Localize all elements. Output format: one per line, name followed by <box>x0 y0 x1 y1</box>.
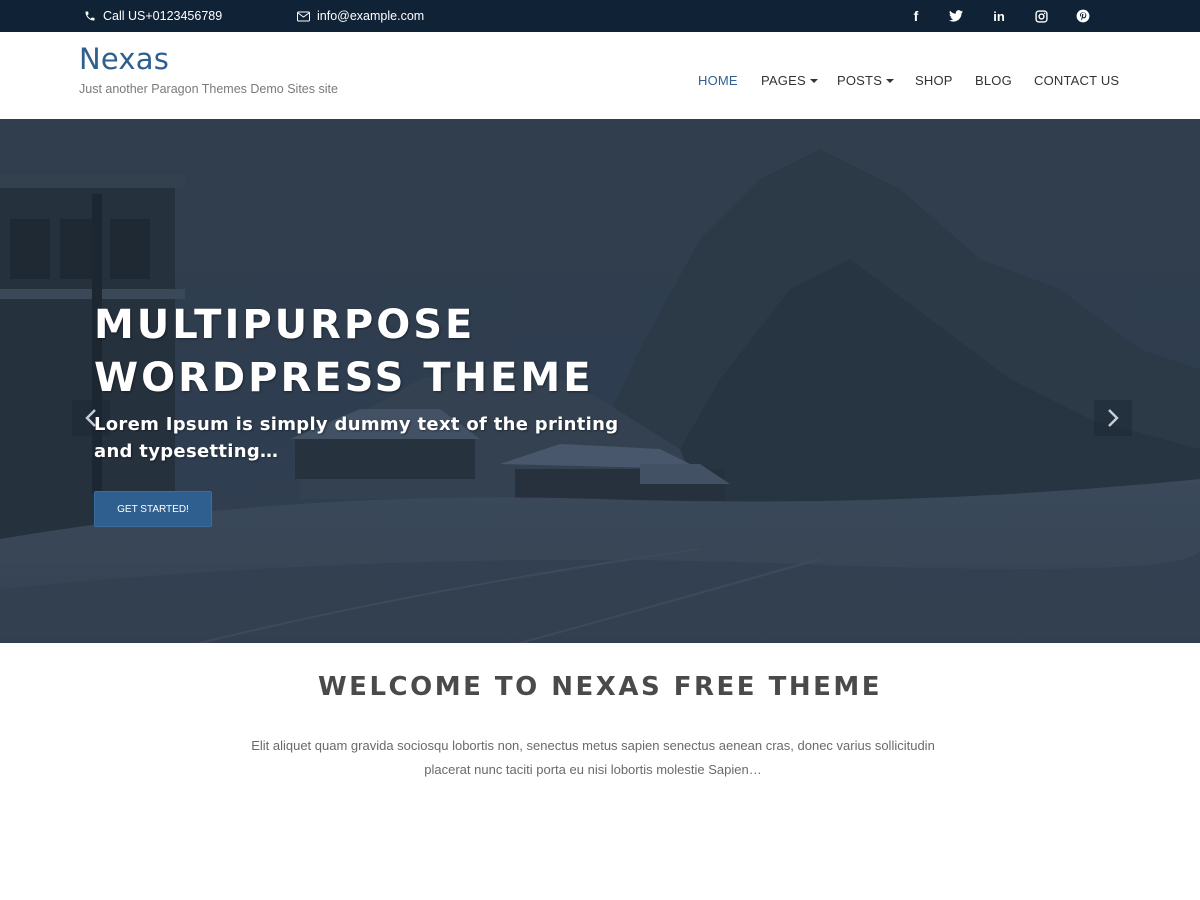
nav-item-shop[interactable]: SHOP <box>915 73 953 88</box>
welcome-text: Elit aliquet quam gravida sociosqu lobor… <box>251 738 935 777</box>
nav-item-label: PAGES <box>761 73 806 88</box>
facebook-icon[interactable]: f <box>906 0 926 32</box>
pinterest-icon[interactable] <box>1073 0 1093 32</box>
hero-subtitle: Lorem Ipsum is simply dummy text of the … <box>94 414 619 462</box>
twitter-icon[interactable] <box>946 0 966 32</box>
nav-item-label: SHOP <box>915 73 953 88</box>
hero-title-line-1: MULTIPURPOSE <box>94 302 476 348</box>
nav-item-pages[interactable]: PAGES <box>761 73 818 88</box>
site-header: Nexas Just another Paragon Themes Demo S… <box>0 32 1200 119</box>
nav-item-home[interactable]: HOME <box>698 73 738 88</box>
main-navigation: HOME PAGES POSTS SHOP BLOG CONTACT US <box>0 32 1200 119</box>
nav-item-contact-us[interactable]: CONTACT US <box>1034 73 1119 88</box>
email-contact[interactable]: info@example.com <box>297 0 424 32</box>
top-bar: Call US+0123456789 info@example.com f in <box>0 0 1200 32</box>
hero-slider: MULTIPURPOSE WORDPRESS THEME Lorem Ipsum… <box>0 119 1200 643</box>
phone-contact[interactable]: Call US+0123456789 <box>84 0 222 32</box>
chevron-right-icon <box>1108 409 1119 427</box>
slider-next-button[interactable] <box>1094 400 1132 436</box>
welcome-title: WELCOME TO NEXAS FREE THEME <box>318 672 882 702</box>
get-started-button[interactable]: GET STARTED! <box>94 491 212 527</box>
nav-item-label: BLOG <box>975 73 1012 88</box>
caret-down-icon <box>809 78 818 83</box>
nav-item-label: POSTS <box>837 73 883 88</box>
nav-item-posts[interactable]: POSTS <box>837 73 895 88</box>
caret-down-icon <box>886 78 895 83</box>
nav-item-label: CONTACT US <box>1034 73 1120 88</box>
hero-title-line-2: WORDPRESS THEME <box>94 355 594 401</box>
email-text: info@example.com <box>317 9 425 23</box>
nav-item-blog[interactable]: BLOG <box>975 73 1012 88</box>
nav-item-label: HOME <box>698 73 738 88</box>
hero-title: MULTIPURPOSE WORDPRESS THEME <box>94 299 654 405</box>
linkedin-icon[interactable]: in <box>989 0 1009 32</box>
phone-text: Call US+0123456789 <box>103 9 223 23</box>
envelope-icon <box>297 11 310 21</box>
phone-icon <box>85 11 95 21</box>
instagram-icon[interactable] <box>1031 0 1051 32</box>
